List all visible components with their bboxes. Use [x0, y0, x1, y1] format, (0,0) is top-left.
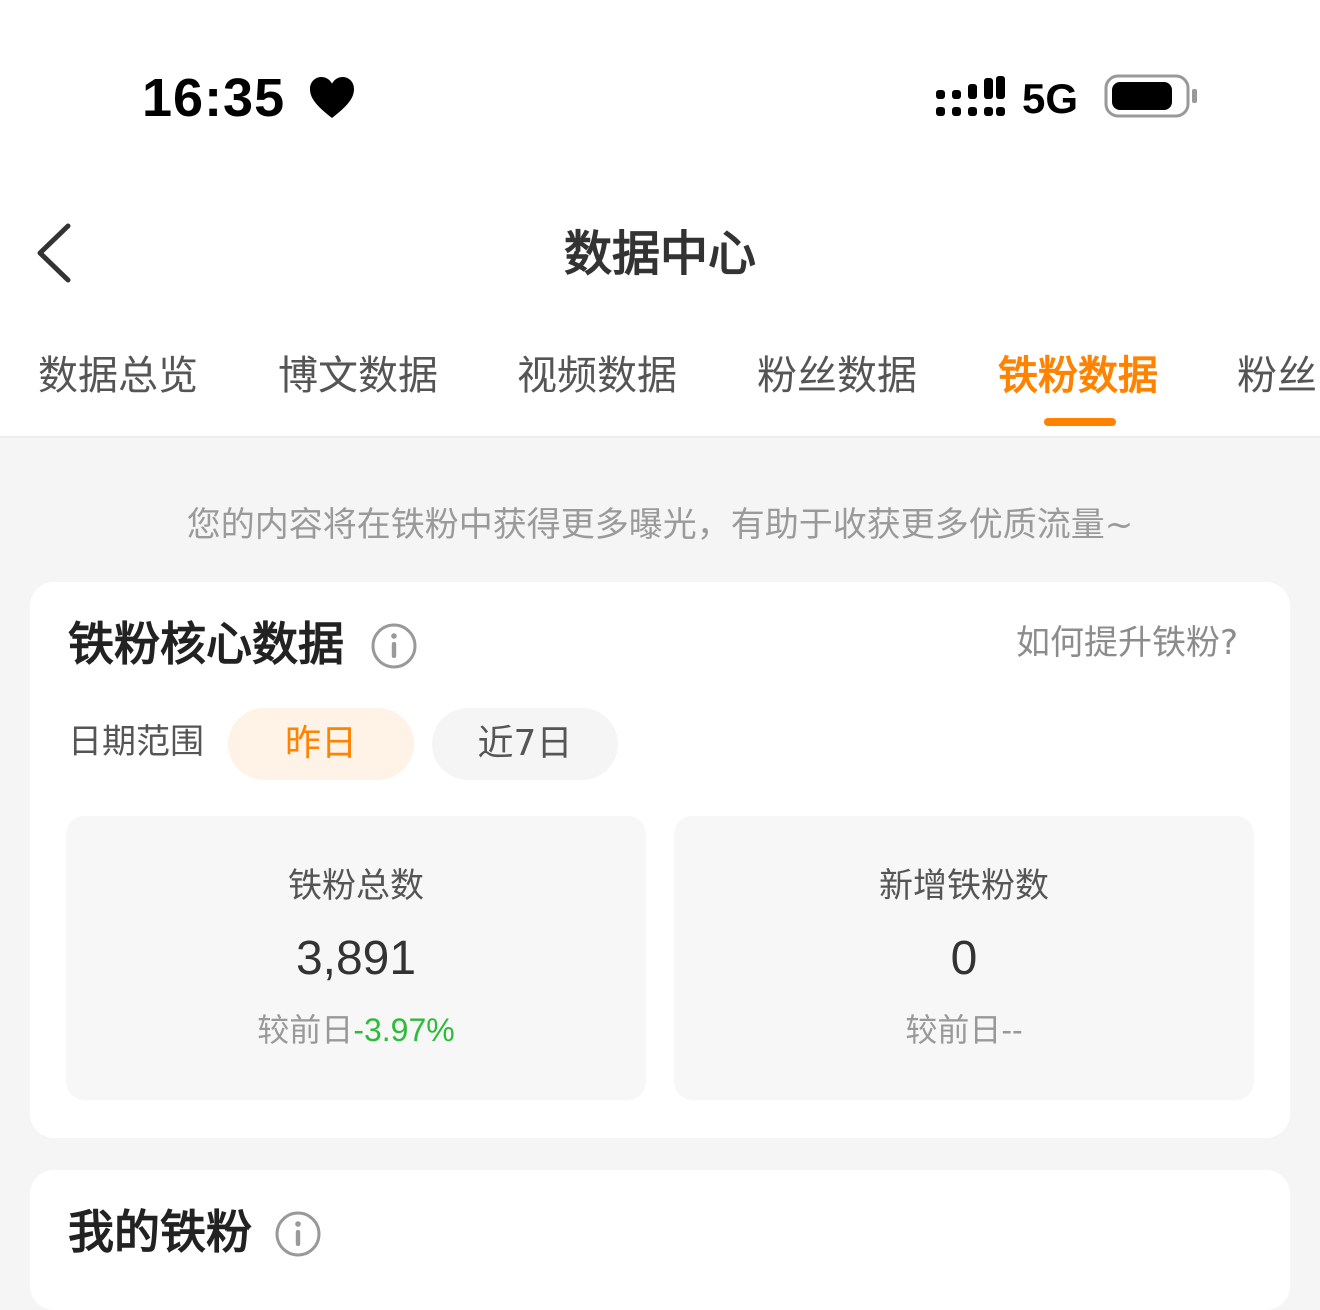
stat-total-iron-fans: 铁粉总数 3,891 较前日-3.97%	[66, 816, 646, 1100]
tab-posts[interactable]: 博文数据	[278, 346, 438, 406]
page-title: 数据中心	[563, 226, 756, 282]
date-range-label: 日期范围	[68, 722, 204, 762]
stat-new-iron-fans: 新增铁粉数 0 较前日--	[674, 816, 1254, 1100]
stat-value: 0	[950, 932, 978, 985]
notice-text: 您的内容将在铁粉中获得更多曝光，有助于收获更多优质流量~	[186, 505, 1134, 545]
core-card-title: 铁粉核心数据	[68, 617, 344, 671]
network-type: 5G	[1022, 75, 1079, 122]
header-divider	[0, 436, 1320, 438]
info-icon[interactable]	[274, 1210, 322, 1258]
tab-overview[interactable]: 数据总览	[38, 346, 198, 406]
active-tab-indicator	[1044, 418, 1116, 426]
stat-compare: 较前日-3.97%	[66, 1006, 646, 1054]
tab-bar: 数据总览 博文数据 视频数据 粉丝数据 铁粉数据 粉丝	[0, 340, 1320, 436]
status-time: 16:35	[142, 68, 286, 128]
info-icon[interactable]	[370, 622, 418, 670]
heart-icon	[310, 77, 354, 118]
signal-icon	[936, 76, 1005, 116]
stat-label: 新增铁粉数	[879, 866, 1049, 906]
tab-fans[interactable]: 粉丝数据	[757, 346, 917, 406]
tab-fans-more[interactable]: 粉丝	[1237, 346, 1317, 406]
my-fans-title: 我的铁粉	[68, 1205, 252, 1259]
compare-value: -3.97%	[353, 1012, 455, 1048]
how-to-improve-link[interactable]: 如何提升铁粉?	[1016, 616, 1238, 670]
compare-label: 较前日	[905, 1011, 1002, 1049]
date-option-7days[interactable]: 近7日	[432, 708, 618, 780]
header-area: 16:35 5G 数据中心 数据总览 博文数据 视频数据 粉丝数据 铁粉数据 粉…	[0, 0, 1320, 438]
date-option-yesterday[interactable]: 昨日	[228, 708, 414, 780]
my-iron-fans-card: 我的铁粉	[30, 1170, 1290, 1310]
tab-video[interactable]: 视频数据	[517, 346, 677, 406]
battery-icon	[1104, 74, 1197, 118]
compare-label: 较前日	[257, 1011, 354, 1049]
compare-value: --	[1001, 1012, 1023, 1048]
tab-iron-fans[interactable]: 铁粉数据	[998, 346, 1158, 406]
iron-fans-core-card: 铁粉核心数据 如何提升铁粉? 日期范围 昨日 近7日 铁粉总数 3,891 较前…	[30, 582, 1290, 1138]
stat-label: 铁粉总数	[288, 866, 424, 906]
stat-value: 3,891	[295, 932, 417, 985]
stat-compare: 较前日--	[674, 1006, 1254, 1054]
